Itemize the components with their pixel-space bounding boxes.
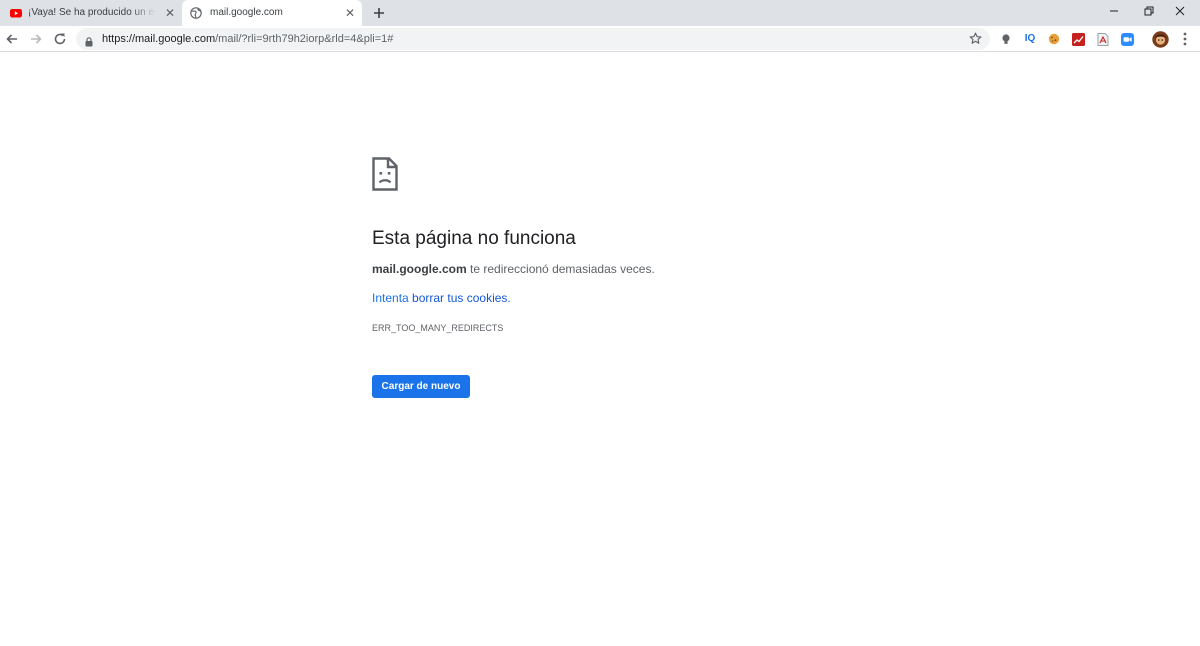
minimize-button[interactable]: [1094, 0, 1134, 22]
tab-title: ¡Vaya! Se ha producido un error: [28, 7, 156, 18]
minimize-icon: [1110, 10, 1118, 12]
error-page: Esta página no funciona mail.google.com …: [0, 53, 1200, 646]
tab-strip: ¡Vaya! Se ha producido un error ✕ mail.g…: [0, 0, 1200, 26]
chart-extension-icon[interactable]: [1071, 32, 1085, 46]
forward-button[interactable]: [26, 29, 46, 49]
lock-icon: [85, 34, 93, 52]
suggestion-suffix: .: [507, 291, 511, 305]
close-tab-icon[interactable]: ✕: [163, 6, 177, 20]
menu-kebab-icon[interactable]: [1178, 32, 1192, 46]
back-button[interactable]: [2, 29, 22, 49]
close-window-button[interactable]: [1160, 0, 1200, 22]
new-tab-button[interactable]: [370, 4, 388, 22]
restore-icon: [1144, 6, 1154, 16]
url-path: /mail/?rli=9rth79h2iorp&rld=4&pli=1#: [215, 33, 394, 45]
tab-mail-google[interactable]: mail.google.com ✕: [182, 0, 362, 26]
globe-icon: [190, 7, 202, 19]
iq-label: IQ: [1024, 33, 1036, 44]
address-bar[interactable]: https://mail.google.com/mail/?rli=9rth79…: [76, 28, 990, 50]
url-text[interactable]: https://mail.google.com/mail/?rli=9rth79…: [102, 32, 393, 46]
error-code: ERR_TOO_MANY_REDIRECTS: [372, 323, 504, 333]
lightbulb-icon[interactable]: [999, 32, 1013, 46]
reload-icon: [54, 33, 66, 45]
browser-toolbar: https://mail.google.com/mail/?rli=9rth79…: [0, 26, 1200, 52]
suggestion-prefix: Intenta: [372, 291, 413, 305]
zoom-icon[interactable]: [1120, 32, 1134, 46]
suggestion-text: Intenta borrar tus cookies.: [372, 291, 511, 306]
cookie-icon[interactable]: [1047, 32, 1061, 46]
reload-button[interactable]: [50, 29, 70, 49]
close-tab-icon[interactable]: ✕: [343, 6, 357, 20]
tab-youtube-error[interactable]: ¡Vaya! Se ha producido un error ✕: [0, 0, 182, 26]
avatar-icon[interactable]: [1151, 30, 1169, 48]
error-message-text: te redireccionó demasiadas veces.: [466, 262, 655, 276]
clear-cookies-link[interactable]: borrar tus cookies: [412, 291, 507, 305]
youtube-icon: [10, 7, 22, 19]
url-host: https://mail.google.com: [102, 33, 216, 45]
bookmark-star-icon[interactable]: [969, 32, 982, 50]
close-icon: [1175, 6, 1185, 16]
iq-icon[interactable]: IQ: [1022, 32, 1038, 46]
page-title: Esta página no funciona: [372, 228, 576, 249]
tab-title: mail.google.com: [210, 7, 283, 18]
reload-page-button[interactable]: Cargar de nuevo: [372, 375, 470, 398]
back-arrow-icon: [6, 34, 17, 44]
pdf-icon[interactable]: [1096, 32, 1110, 46]
error-host: mail.google.com: [372, 262, 467, 276]
forward-arrow-icon: [31, 34, 42, 44]
sad-page-icon: [372, 157, 398, 191]
error-message: mail.google.com te redireccionó demasiad…: [372, 262, 655, 277]
plus-icon: [374, 8, 384, 18]
